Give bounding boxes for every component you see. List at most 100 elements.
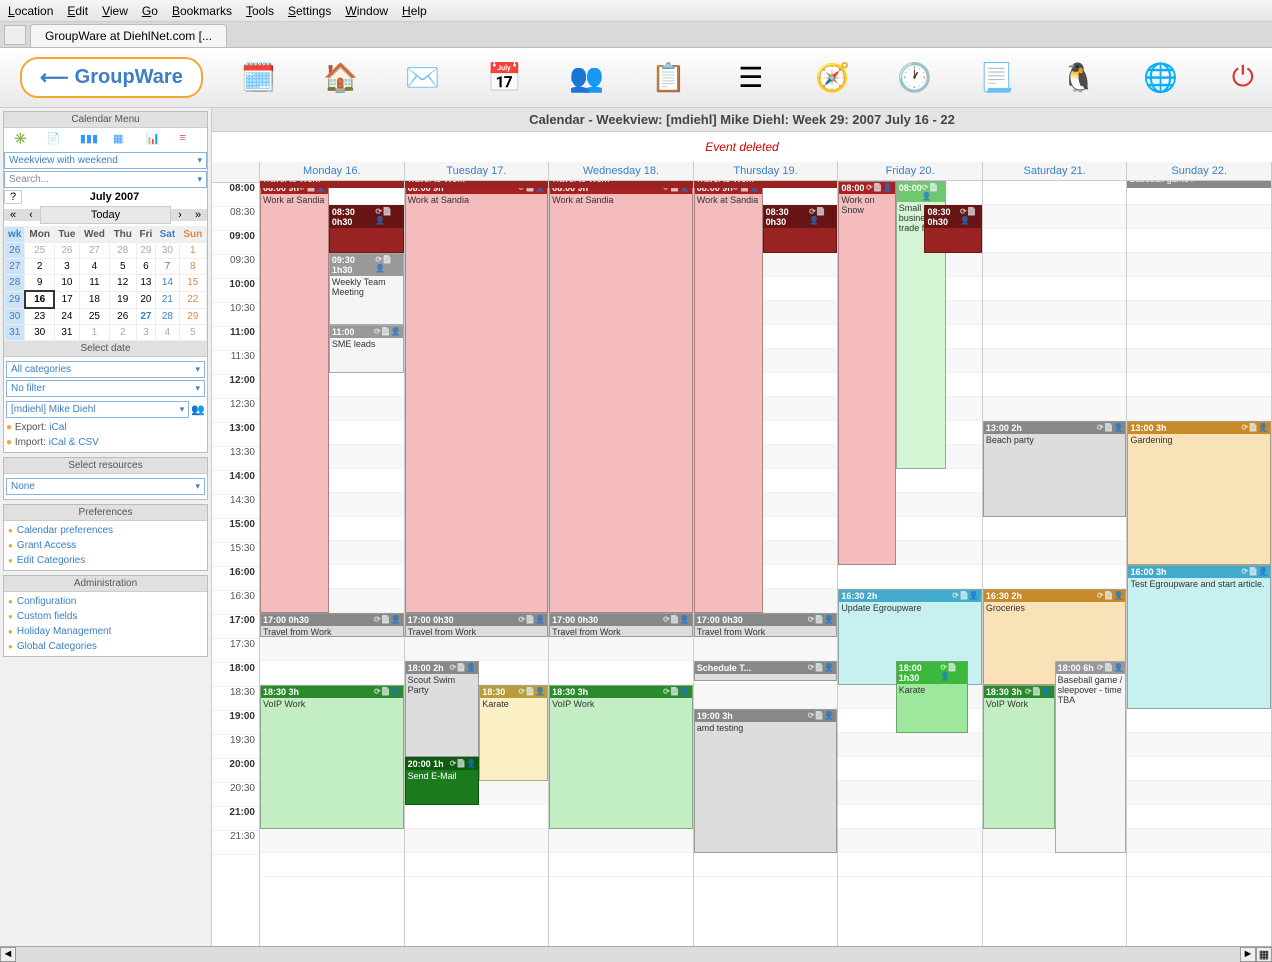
- calendar-event[interactable]: 08:00 9h⟳📄👤Work at Sandia: [260, 181, 329, 613]
- calendar-event[interactable]: 17:00 0h30⟳📄👤Travel from Work: [694, 613, 838, 637]
- export-ical-link[interactable]: iCal: [49, 422, 66, 433]
- category-select[interactable]: All categories: [6, 361, 205, 378]
- calendar-event[interactable]: 19:00 3h⟳📄👤amd testing: [694, 709, 838, 853]
- day-column[interactable]: Tuesday 17.Travel to Work08:00 9h⟳📄👤Work…: [405, 162, 550, 946]
- house-icon[interactable]: 🏠: [325, 62, 357, 94]
- admin-holiday[interactable]: ●Holiday Management: [8, 624, 203, 639]
- mail-icon[interactable]: ✉️: [407, 62, 439, 94]
- filter-select[interactable]: No filter: [6, 380, 205, 397]
- calendar-event[interactable]: 08:30 0h30⟳📄👤: [329, 205, 404, 253]
- calendar-event[interactable]: 18:30⟳📄👤Karate: [479, 685, 548, 781]
- next-year[interactable]: »: [189, 209, 207, 221]
- calendar-event[interactable]: 18:00 6h⟳📄👤Baseball game / sleepover - t…: [1055, 661, 1127, 853]
- prev-month[interactable]: ‹: [22, 209, 40, 221]
- add-event-icon[interactable]: ✳️: [14, 132, 32, 146]
- resources-select[interactable]: None: [6, 478, 205, 495]
- list-view-icon[interactable]: ≡: [179, 132, 197, 146]
- list-icon[interactable]: 📃: [981, 62, 1013, 94]
- day-body[interactable]: Travel to Work08:00 9h⟳📄👤Work at Sandia0…: [694, 181, 838, 877]
- power-icon[interactable]: ⏻: [1227, 62, 1259, 94]
- menu-help[interactable]: Help: [402, 4, 427, 18]
- user-select[interactable]: [mdiehl] Mike Diehl: [6, 401, 189, 418]
- calendar-event[interactable]: Schedule T...⟳📄👤: [694, 661, 838, 681]
- home-icon[interactable]: 🗓️: [243, 62, 275, 94]
- week-grid[interactable]: 08:0008:3009:0009:3010:0010:3011:0011:30…: [212, 162, 1272, 946]
- search-input[interactable]: Search...: [4, 171, 207, 188]
- people-icon[interactable]: 👥: [571, 62, 603, 94]
- week-bars-icon[interactable]: ▮▮▮: [80, 132, 98, 146]
- pref-categories[interactable]: ●Edit Categories: [8, 553, 203, 568]
- compass-icon[interactable]: 🧭: [817, 62, 849, 94]
- day-body[interactable]: Travel to Work08:00 9h⟳📄👤Work at Sandia1…: [405, 181, 549, 877]
- menu-location[interactable]: Location: [8, 4, 53, 18]
- pref-calendar[interactable]: ●Calendar preferences: [8, 523, 203, 538]
- day-column[interactable]: Saturday 21.13:00 2h⟳📄👤Beach party16:30 …: [983, 162, 1128, 946]
- day-header[interactable]: Sunday 22.: [1127, 162, 1271, 181]
- calendar-event[interactable]: 20:00 1h⟳📄👤Send E-Mail: [405, 757, 480, 805]
- new-tab-button[interactable]: [4, 25, 26, 45]
- app-logo[interactable]: ⟵ GroupWare: [20, 57, 203, 98]
- day-column[interactable]: Wednesday 18.Travel to Work08:00 9h⟳📄👤Wo…: [549, 162, 694, 946]
- day-column[interactable]: Monday 16.Travel to Work08:00 9h⟳📄👤Work …: [260, 162, 405, 946]
- scroll-left[interactable]: ◄: [0, 947, 16, 962]
- menu-edit[interactable]: Edit: [67, 4, 88, 18]
- day-header[interactable]: Monday 16.: [260, 162, 404, 181]
- day-header[interactable]: Tuesday 17.: [405, 162, 549, 181]
- admin-global[interactable]: ●Global Categories: [8, 639, 203, 654]
- calendar-event[interactable]: 17:00 0h30⟳📄👤Travel from Work: [549, 613, 693, 637]
- day-header[interactable]: Saturday 21.: [983, 162, 1127, 181]
- menu-tools[interactable]: Tools: [246, 4, 274, 18]
- day-header[interactable]: Wednesday 18.: [549, 162, 693, 181]
- today-button[interactable]: Today: [40, 206, 171, 224]
- calendar-event[interactable]: 11:00⟳📄👤SME leads: [329, 325, 404, 373]
- day-body[interactable]: Travel to Work08:00 9h⟳📄👤Work at Sandia1…: [549, 181, 693, 877]
- admin-icon[interactable]: 🐧: [1063, 62, 1095, 94]
- user-icon[interactable]: 👥: [191, 403, 205, 416]
- calendar-event[interactable]: 08:00 9h⟳📄👤Work at Sandia: [694, 181, 763, 613]
- calendar-event[interactable]: 13:00 2h⟳📄👤Beach party: [983, 421, 1127, 517]
- calendar-event[interactable]: 18:00 2h⟳📄👤Scout Swim Party: [405, 661, 480, 757]
- menu-settings[interactable]: Settings: [288, 4, 331, 18]
- calendar-icon[interactable]: 📅: [489, 62, 521, 94]
- day-body[interactable]: 13:00 2h⟳📄👤Beach party16:30 2h⟳📄👤Groceri…: [983, 181, 1127, 877]
- resources-icon[interactable]: ☰: [735, 62, 767, 94]
- calendar-event[interactable]: 18:30 3h⟳📄👤VoIP Work: [549, 685, 693, 829]
- day-body[interactable]: 08:00⟳📄👤Work on Snow08:00⟳📄👤Small busine…: [838, 181, 982, 877]
- import-link[interactable]: iCal & CSV: [49, 437, 99, 448]
- calendar-event[interactable]: 08:00 9h⟳📄👤Work at Sandia: [549, 181, 693, 613]
- calendar-event[interactable]: 08:30 0h30⟳📄👤: [763, 205, 838, 253]
- day-column[interactable]: Sunday 22.Baseball game /13:00 3h⟳📄👤Gard…: [1127, 162, 1272, 946]
- calendar-event[interactable]: 17:00 0h30⟳📄👤Travel from Work: [405, 613, 549, 637]
- calendar-event[interactable]: 08:00⟳📄👤Work on Snow: [838, 181, 895, 565]
- next-month[interactable]: ›: [171, 209, 189, 221]
- calendar-event[interactable]: 18:30 3h⟳📄👤VoIP Work: [260, 685, 404, 829]
- tasks-icon[interactable]: 📋: [653, 62, 685, 94]
- calendar-event[interactable]: 18:30 3h⟳📄👤VoIP Work: [983, 685, 1055, 829]
- scroll-grip[interactable]: ▦: [1256, 947, 1272, 962]
- calendar-event[interactable]: 08:30 0h30⟳📄👤: [924, 205, 981, 253]
- month-grid-icon[interactable]: ▦: [113, 132, 131, 146]
- pref-grant[interactable]: ●Grant Access: [8, 538, 203, 553]
- admin-config[interactable]: ●Configuration: [8, 594, 203, 609]
- day-view-icon[interactable]: 📄: [47, 132, 65, 146]
- day-body[interactable]: Baseball game /13:00 3h⟳📄👤Gardening16:00…: [1127, 181, 1271, 877]
- calendar-event[interactable]: 09:30 1h30⟳📄👤Weekly Team Meeting: [329, 253, 404, 325]
- menu-view[interactable]: View: [102, 4, 128, 18]
- calendar-event[interactable]: 18:00 1h30⟳📄👤Karate: [896, 661, 968, 733]
- mini-calendar[interactable]: wkMonTueWedThuFriSatSun 262526272829301 …: [4, 226, 207, 341]
- day-column[interactable]: Thursday 19.Travel to Work08:00 9h⟳📄👤Wor…: [694, 162, 839, 946]
- menu-go[interactable]: Go: [142, 4, 158, 18]
- scroll-track[interactable]: [16, 947, 1240, 962]
- prev-year[interactable]: «: [4, 209, 22, 221]
- day-header[interactable]: Thursday 19.: [694, 162, 838, 181]
- calendar-event[interactable]: 16:00 3h⟳📄👤Test Egroupware and start art…: [1127, 565, 1271, 709]
- admin-custom[interactable]: ●Custom fields: [8, 609, 203, 624]
- menu-bookmarks[interactable]: Bookmarks: [172, 4, 232, 18]
- calendar-event[interactable]: 08:00 9h⟳📄👤Work at Sandia: [405, 181, 549, 613]
- day-column[interactable]: Friday 20.08:00⟳📄👤Work on Snow08:00⟳📄👤Sm…: [838, 162, 983, 946]
- clock-icon[interactable]: 🕐: [899, 62, 931, 94]
- planner-icon[interactable]: 📊: [146, 132, 164, 146]
- day-header[interactable]: Friday 20.: [838, 162, 982, 181]
- help-button[interactable]: ?: [4, 190, 22, 204]
- menu-window[interactable]: Window: [345, 4, 388, 18]
